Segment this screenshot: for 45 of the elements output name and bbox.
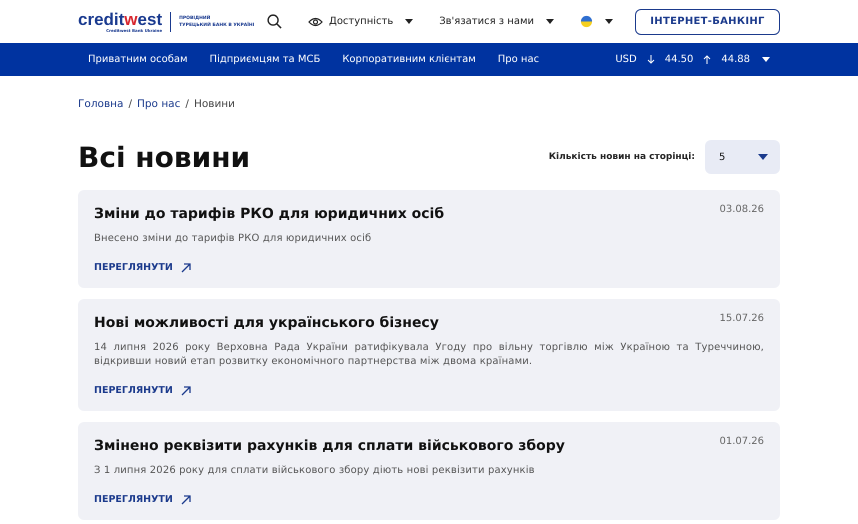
news-date: 03.08.26 <box>719 204 764 215</box>
contact-menu[interactable]: Зв'язатися з нами <box>437 14 556 29</box>
sell-rate: 44.88 <box>721 54 750 65</box>
accessibility-menu[interactable]: Доступність <box>306 14 416 29</box>
breadcrumb-link[interactable]: Про нас <box>137 98 180 112</box>
news-date: 01.07.26 <box>719 436 764 447</box>
current-page-label: Новини <box>194 98 235 112</box>
eye-icon <box>308 16 323 26</box>
breadcrumb-separator: / <box>185 98 189 112</box>
arrow-up-right-icon <box>180 494 191 504</box>
breadcrumb-link[interactable]: Головна <box>78 98 124 112</box>
breadcrumb-separator: / <box>128 98 132 112</box>
news-summary: З 1 липня 2026 року для сплати військового збору діють нові реквізити рахунків <box>94 464 536 478</box>
caret-icon <box>758 154 768 160</box>
arrow-up-right-icon <box>180 262 191 272</box>
per-page-select[interactable]: 5 <box>705 140 780 174</box>
arrow-up-icon <box>703 55 712 64</box>
news-title: Зміни до тарифів РКО для юридичних осіб <box>94 205 444 222</box>
news-summary: 14 липня 2026 року Верховна Рада України ратифікувала Угоду про вільну торгівлю між Україною та Туреччиною, відкривши новий етап розвитку економічного партнерства між двома країнами. <box>94 341 764 369</box>
per-page-label: Кількість новин на сторінці: <box>548 152 695 162</box>
flag-icon <box>580 15 593 28</box>
page-title: Всі новини <box>78 140 250 174</box>
caret-icon <box>546 19 554 24</box>
caret-icon <box>762 57 770 62</box>
view-link[interactable]: ПЕРЕГЛЯНУТИ <box>94 494 191 505</box>
caret-icon <box>405 19 414 24</box>
news-date: 15.07.26 <box>719 313 764 324</box>
nav-link[interactable]: Приватним особам <box>88 54 188 65</box>
nav-link[interactable]: Корпоративним клієнтам <box>342 54 476 65</box>
news-summary: Внесено зміни до тарифів РКО для юридичних осіб <box>94 232 372 246</box>
view-link[interactable]: ПЕРЕГЛЯНУТИ <box>94 262 191 273</box>
caret-icon <box>605 19 613 24</box>
currency-code: USD <box>615 54 637 65</box>
search-button[interactable] <box>265 12 284 31</box>
nav-link[interactable]: Підприємцям та МСБ <box>210 54 320 65</box>
internet-banking-button[interactable]: ІНТЕРНЕТ-БАНКІНГ <box>635 8 780 34</box>
buy-rate: 44.50 <box>664 54 694 65</box>
arrow-down-icon <box>646 55 655 64</box>
language-menu[interactable] <box>578 13 615 30</box>
search-icon <box>267 14 282 29</box>
news-title: Змінено реквізити рахунків для сплати військового збору <box>94 437 565 454</box>
arrow-up-right-icon <box>180 386 191 396</box>
view-link[interactable]: ПЕРЕГЛЯНУТИ <box>94 385 191 396</box>
news-title: Нові можливості для українського бізнесу <box>94 314 439 331</box>
nav-link[interactable]: Про нас <box>498 54 540 65</box>
